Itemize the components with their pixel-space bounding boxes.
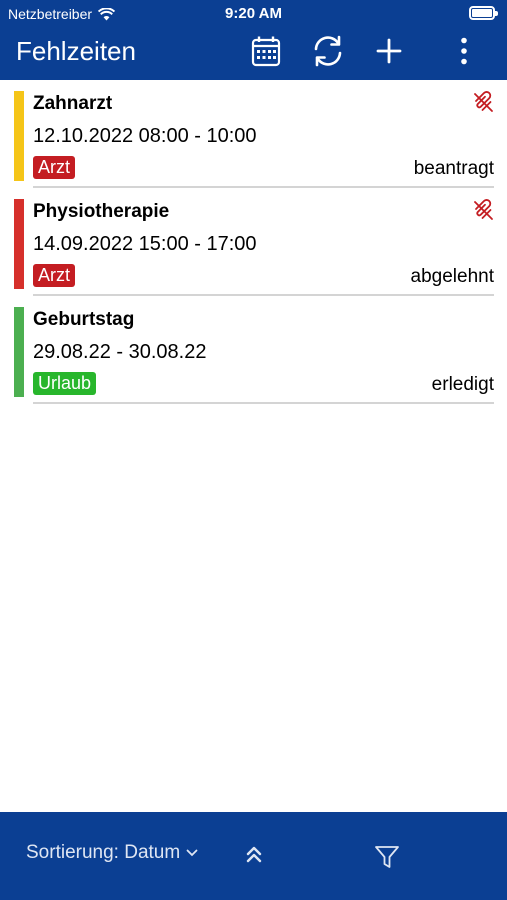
status-label: beantragt xyxy=(413,158,494,179)
status-bar: Netzbetreiber 9:20 AM xyxy=(0,0,507,28)
refresh-button[interactable] xyxy=(310,33,346,69)
item-title: Geburtstag xyxy=(33,309,135,330)
item-date: 29.08.22 - 30.08.22 xyxy=(33,341,207,363)
status-color-bar xyxy=(14,307,24,397)
category-badge: Arzt xyxy=(33,264,76,287)
status-color-bar xyxy=(14,199,24,289)
add-button[interactable] xyxy=(371,33,407,69)
add-icon xyxy=(376,38,402,64)
battery-icon xyxy=(469,6,498,20)
category-badge: Arzt xyxy=(33,156,76,179)
list-item[interactable]: Geburtstag 29.08.22 - 30.08.22 Urlaub er… xyxy=(0,304,507,412)
list-item[interactable]: Physiotherapie 14.09.2022 15:00 - 17:00 … xyxy=(0,196,507,304)
page-title: Fehlzeiten xyxy=(16,36,136,66)
attachment-icon[interactable] xyxy=(471,198,495,222)
bottom-toolbar: Sortierung: Datum xyxy=(0,812,507,900)
status-label: abgelehnt xyxy=(410,266,494,287)
item-date: 14.09.2022 15:00 - 17:00 xyxy=(33,233,257,255)
sort-label: Sortierung: Datum xyxy=(26,842,181,863)
top-navigation-bar: Netzbetreiber 9:20 AM Fehlzeiten xyxy=(0,0,507,80)
divider xyxy=(33,186,494,188)
refresh-icon xyxy=(314,35,342,67)
filter-icon[interactable] xyxy=(372,842,402,872)
double-chevron-up-icon[interactable] xyxy=(240,840,268,868)
item-date: 12.10.2022 08:00 - 10:00 xyxy=(33,125,257,147)
absence-list: Zahnarzt 12.10.2022 08:00 - 10:00 Arzt b… xyxy=(0,88,507,412)
calendar-button[interactable] xyxy=(248,33,284,69)
list-item[interactable]: Zahnarzt 12.10.2022 08:00 - 10:00 Arzt b… xyxy=(0,88,507,196)
more-icon xyxy=(461,37,467,65)
divider xyxy=(33,294,494,296)
status-time: 9:20 AM xyxy=(225,5,282,22)
divider xyxy=(33,402,494,404)
attachment-icon[interactable] xyxy=(471,90,495,114)
item-title: Zahnarzt xyxy=(33,93,113,114)
status-color-bar xyxy=(14,91,24,181)
category-badge: Urlaub xyxy=(33,372,97,395)
calendar-icon xyxy=(251,36,281,67)
sort-dropdown[interactable]: Sortierung: Datum xyxy=(26,842,198,864)
item-title: Physiotherapie xyxy=(33,201,170,222)
more-button[interactable] xyxy=(446,33,482,69)
chevron-down-icon xyxy=(186,849,198,857)
status-label: erledigt xyxy=(431,374,494,395)
